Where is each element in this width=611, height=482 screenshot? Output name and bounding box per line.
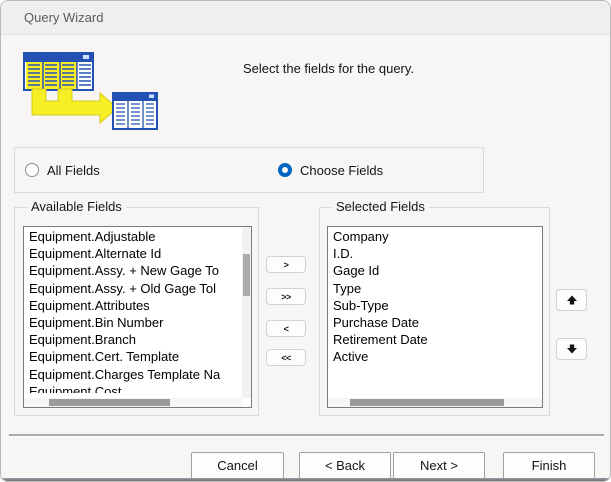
list-item[interactable]: Equipment.Attributes <box>24 297 240 314</box>
footer-separator <box>9 434 604 437</box>
cancel-button[interactable]: Cancel <box>191 452 284 479</box>
horizontal-scrollbar-thumb[interactable] <box>350 399 504 406</box>
add-all-fields-button[interactable]: >> <box>266 288 306 305</box>
list-item[interactable]: I.D. <box>328 245 540 262</box>
list-item[interactable]: Sub-Type <box>328 297 540 314</box>
list-item[interactable]: Gage Id <box>328 262 540 279</box>
radio-choose-fields-label: Choose Fields <box>300 163 383 178</box>
vertical-scrollbar[interactable] <box>242 227 251 398</box>
window-bottom-edge <box>1 478 610 481</box>
down-arrow-icon <box>566 343 578 355</box>
list-item[interactable]: Equipment.Cert. Template <box>24 348 240 365</box>
radio-all-fields[interactable]: All Fields <box>25 148 100 192</box>
move-down-button[interactable] <box>556 338 587 360</box>
list-item[interactable]: Equipment.Assy. + New Gage To <box>24 262 240 279</box>
list-item[interactable]: Company <box>328 228 540 245</box>
available-fields-group: Available Fields Equipment.AdjustableEqu… <box>14 207 259 416</box>
list-item[interactable]: Retirement Date <box>328 331 540 348</box>
radio-all-fields-label: All Fields <box>47 163 100 178</box>
finish-button[interactable]: Finish <box>503 452 595 479</box>
move-up-button[interactable] <box>556 289 587 311</box>
selected-fields-list[interactable]: CompanyI.D.Gage IdTypeSub-TypePurchase D… <box>327 226 543 408</box>
horizontal-scrollbar-thumb[interactable] <box>49 399 170 406</box>
window-title: Query Wizard <box>24 10 103 25</box>
available-fields-items: Equipment.AdjustableEquipment.Alternate … <box>24 228 240 393</box>
add-field-button[interactable]: > <box>266 256 306 273</box>
radio-choose-fields[interactable]: Choose Fields <box>278 148 383 192</box>
tables-transfer-icon <box>21 51 161 133</box>
back-button[interactable]: < Back <box>299 452 391 479</box>
list-item[interactable]: Purchase Date <box>328 314 540 331</box>
remove-all-fields-button[interactable]: << <box>266 349 306 366</box>
up-arrow-icon <box>566 294 578 306</box>
radio-circle-icon <box>278 163 292 177</box>
list-item[interactable]: Equipment.Branch <box>24 331 240 348</box>
list-item[interactable]: Type <box>328 280 540 297</box>
list-item[interactable]: Equipment.Bin Number <box>24 314 240 331</box>
radio-circle-icon <box>25 163 39 177</box>
query-wizard-dialog: Query Wizard Select the fields for the q… <box>0 0 611 482</box>
available-fields-list[interactable]: Equipment.AdjustableEquipment.Alternate … <box>23 226 252 408</box>
title-bar[interactable]: Query Wizard <box>1 1 610 35</box>
vertical-scrollbar-thumb[interactable] <box>243 254 250 296</box>
next-button[interactable]: Next > <box>393 452 485 479</box>
horizontal-scrollbar[interactable] <box>328 398 542 407</box>
remove-field-button[interactable]: < <box>266 320 306 337</box>
list-item[interactable]: Equipment.Cost <box>24 383 240 393</box>
selected-fields-group: Selected Fields CompanyI.D.Gage IdTypeSu… <box>319 207 550 416</box>
list-item[interactable]: Equipment.Alternate Id <box>24 245 240 262</box>
horizontal-scrollbar[interactable] <box>24 398 242 407</box>
selected-fields-label: Selected Fields <box>332 199 429 214</box>
page-title: Select the fields for the query. <box>243 61 414 76</box>
list-item[interactable]: Equipment.Adjustable <box>24 228 240 245</box>
list-item[interactable]: Active <box>328 348 540 365</box>
selected-fields-items: CompanyI.D.Gage IdTypeSub-TypePurchase D… <box>328 228 540 393</box>
available-fields-label: Available Fields <box>27 199 126 214</box>
list-item[interactable]: Equipment.Assy. + Old Gage Tol <box>24 280 240 297</box>
field-mode-group: All Fields Choose Fields <box>14 147 484 193</box>
list-item[interactable]: Equipment.Charges Template Na <box>24 366 240 383</box>
